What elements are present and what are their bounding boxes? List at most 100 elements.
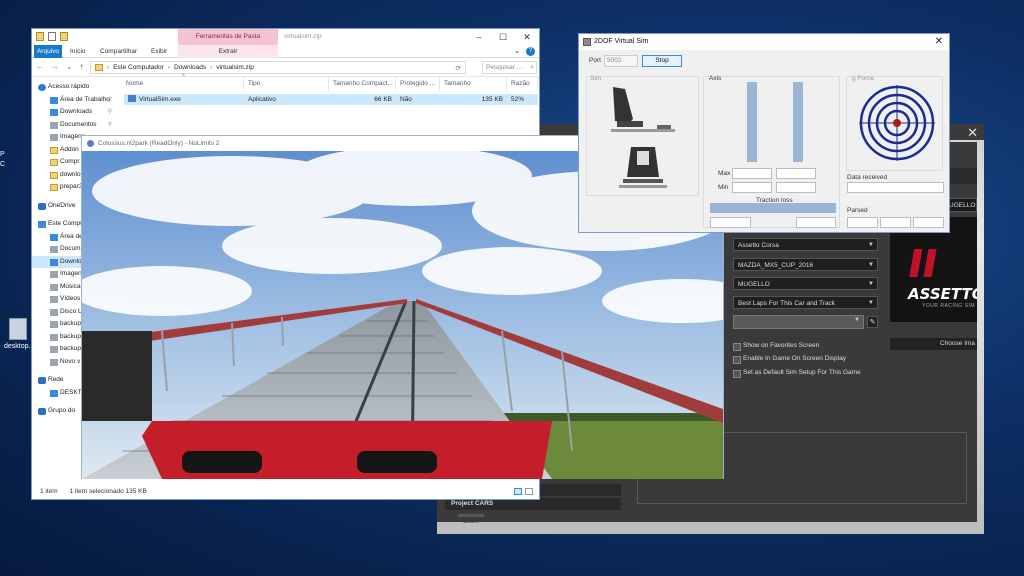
column-protected[interactable]: Protegido ... — [396, 77, 440, 91]
zoom-slider[interactable] — [458, 514, 484, 517]
logo-subtitle: YOUR RACING SIM — [922, 303, 976, 309]
desktop-edge-letter: C — [0, 161, 6, 168]
refresh-icon[interactable]: ⟳ — [456, 64, 461, 72]
close-icon[interactable]: ✕ — [515, 29, 539, 45]
desktop-file-label: desktop.i — [3, 343, 33, 350]
tab-share[interactable]: Compartilhar — [100, 45, 137, 58]
min-label: Min — [718, 184, 729, 191]
column-headers: ^ Nome Tipo Tamanho Compact... Protegido… — [122, 74, 540, 91]
column-type[interactable]: Tipo — [244, 77, 329, 91]
details-view-icon[interactable] — [514, 488, 522, 495]
traction-field-right[interactable] — [796, 217, 836, 228]
laps-select[interactable]: Best Laps For This Car and Track ▼ — [733, 296, 878, 309]
nav-label: prepar3 — [60, 183, 83, 190]
address-bar[interactable]: › Este Computador › Downloads › virtuals… — [90, 61, 466, 74]
parsed-field-3[interactable] — [913, 217, 944, 228]
nav-label: Novo v — [60, 357, 81, 365]
setup-select[interactable]: ▼ — [733, 315, 864, 329]
search-input[interactable]: Pesquisar ... ⌕ — [482, 61, 537, 74]
max-field-1[interactable] — [732, 168, 772, 179]
osd-checkbox[interactable]: Enable In Game On Screen Display — [733, 354, 846, 364]
tree-line — [502, 413, 723, 421]
min-field-1[interactable] — [732, 182, 772, 193]
selection-info: 1 item selecionado 135 KB — [69, 488, 147, 495]
max-label: Max — [718, 170, 731, 177]
lap-bar-right — [357, 451, 437, 473]
help-icon[interactable]: ? — [526, 47, 535, 56]
file-ratio: 52% — [511, 96, 525, 103]
star-icon — [38, 84, 46, 91]
pencil-icon: ✎ — [869, 319, 876, 326]
zoom-control[interactable]: Zoom — [451, 514, 491, 525]
back-arrow-icon[interactable]: ← — [36, 62, 44, 71]
desktop-file-icon[interactable]: desktop.i — [2, 318, 34, 350]
default-setup-checkbox[interactable]: Set as Default Sim Setup For This Game — [733, 368, 861, 378]
choose-image-button[interactable]: Choose Ima — [890, 338, 977, 350]
track-select[interactable]: MUGELLO ▼ — [733, 277, 878, 290]
edit-setup-button[interactable]: ✎ — [867, 316, 878, 328]
tab-home[interactable]: Início — [70, 45, 86, 58]
breadcrumb-separator: › — [107, 64, 110, 71]
port-label: Port — [589, 57, 601, 64]
image-icon — [50, 134, 58, 141]
new-folder-icon[interactable] — [60, 32, 68, 41]
tab-file[interactable]: Arquivo — [34, 45, 62, 58]
breadcrumb-item[interactable]: virtualsim.zip — [216, 64, 254, 71]
nav-label: backup — [60, 320, 81, 327]
close-icon[interactable]: ✕ — [935, 34, 943, 50]
favorites-checkbox[interactable]: Show on Favorites Screen — [733, 341, 819, 351]
breadcrumb-separator: › — [167, 64, 170, 71]
folder-icon — [50, 171, 58, 179]
drive-icon — [50, 358, 58, 366]
folder-icon — [95, 64, 103, 71]
desktop-edge-letter: P — [0, 151, 5, 158]
logo-text: ASSETTO — [908, 285, 977, 303]
column-compressed-size[interactable]: Tamanho Compact... — [329, 77, 396, 91]
tab-extract[interactable]: Extrair — [178, 45, 278, 58]
close-icon[interactable]: ✕ — [967, 125, 978, 141]
chevron-down-icon[interactable]: ⌄ — [514, 47, 520, 56]
forward-arrow-icon[interactable]: → — [51, 62, 59, 71]
chevron-down-icon[interactable]: ⌄ — [66, 62, 73, 71]
folder-icon[interactable] — [36, 32, 44, 41]
minimize-icon[interactable]: – — [467, 29, 491, 45]
column-ratio[interactable]: Razão — [507, 77, 538, 91]
column-size[interactable]: Tamanho — [440, 77, 507, 91]
port-field[interactable]: 5002 — [604, 55, 638, 67]
game-select[interactable]: Assetto Corsa ▼ — [733, 238, 878, 251]
chevron-down-icon: ▼ — [854, 317, 860, 323]
image-icon — [50, 271, 58, 278]
tab-view[interactable]: Exibir — [151, 45, 167, 58]
seat-diagram — [611, 87, 675, 188]
file-protected: Não — [400, 96, 412, 103]
data-received-field[interactable] — [847, 182, 944, 193]
tiles-view-icon[interactable] — [525, 488, 533, 495]
window-title: virtualsim.zip — [284, 33, 322, 40]
nav-item-quick-access[interactable]: Acesso rápido — [32, 81, 120, 94]
parsed-field-1[interactable] — [847, 217, 878, 228]
stop-button[interactable]: Stop — [642, 55, 682, 67]
car-select[interactable]: MAZDA_MX5_CUP_2016 ▼ — [733, 258, 878, 271]
parsed-field-2[interactable] — [880, 217, 911, 228]
seat-front-view — [619, 147, 667, 188]
breadcrumb-item[interactable]: Este Computador — [113, 64, 164, 71]
nav-label: Addon — [60, 145, 79, 153]
car-select-value: MAZDA_MX5_CUP_2016 — [738, 262, 814, 269]
maximize-icon[interactable]: ☐ — [491, 29, 515, 45]
traction-field-left[interactable] — [710, 217, 751, 228]
breadcrumb-item[interactable]: Downloads — [174, 64, 206, 71]
nav-item-desktop[interactable]: Área de Trabalho ⚲ — [32, 94, 120, 107]
min-field-2[interactable] — [776, 182, 816, 193]
max-field-2[interactable] — [776, 168, 816, 179]
drive-icon — [50, 333, 58, 341]
sim-group-label: Sim — [590, 75, 602, 82]
table-row[interactable]: VirtualSim.exe Aplicativo 66 KB Não 135 … — [124, 94, 538, 105]
nav-item-documents[interactable]: Documentos ⚲ — [32, 119, 120, 132]
explorer-titlebar: Ferramentas de Pasta Compactada virtuals… — [32, 29, 539, 56]
document-icon — [9, 318, 27, 340]
properties-icon[interactable] — [48, 32, 56, 41]
nav-item-downloads[interactable]: Downloads ⚲ — [32, 106, 120, 119]
gforce-group: g Force — [846, 75, 943, 171]
up-arrow-icon[interactable]: ↑ — [80, 62, 84, 71]
axis-bar-1 — [747, 82, 757, 162]
